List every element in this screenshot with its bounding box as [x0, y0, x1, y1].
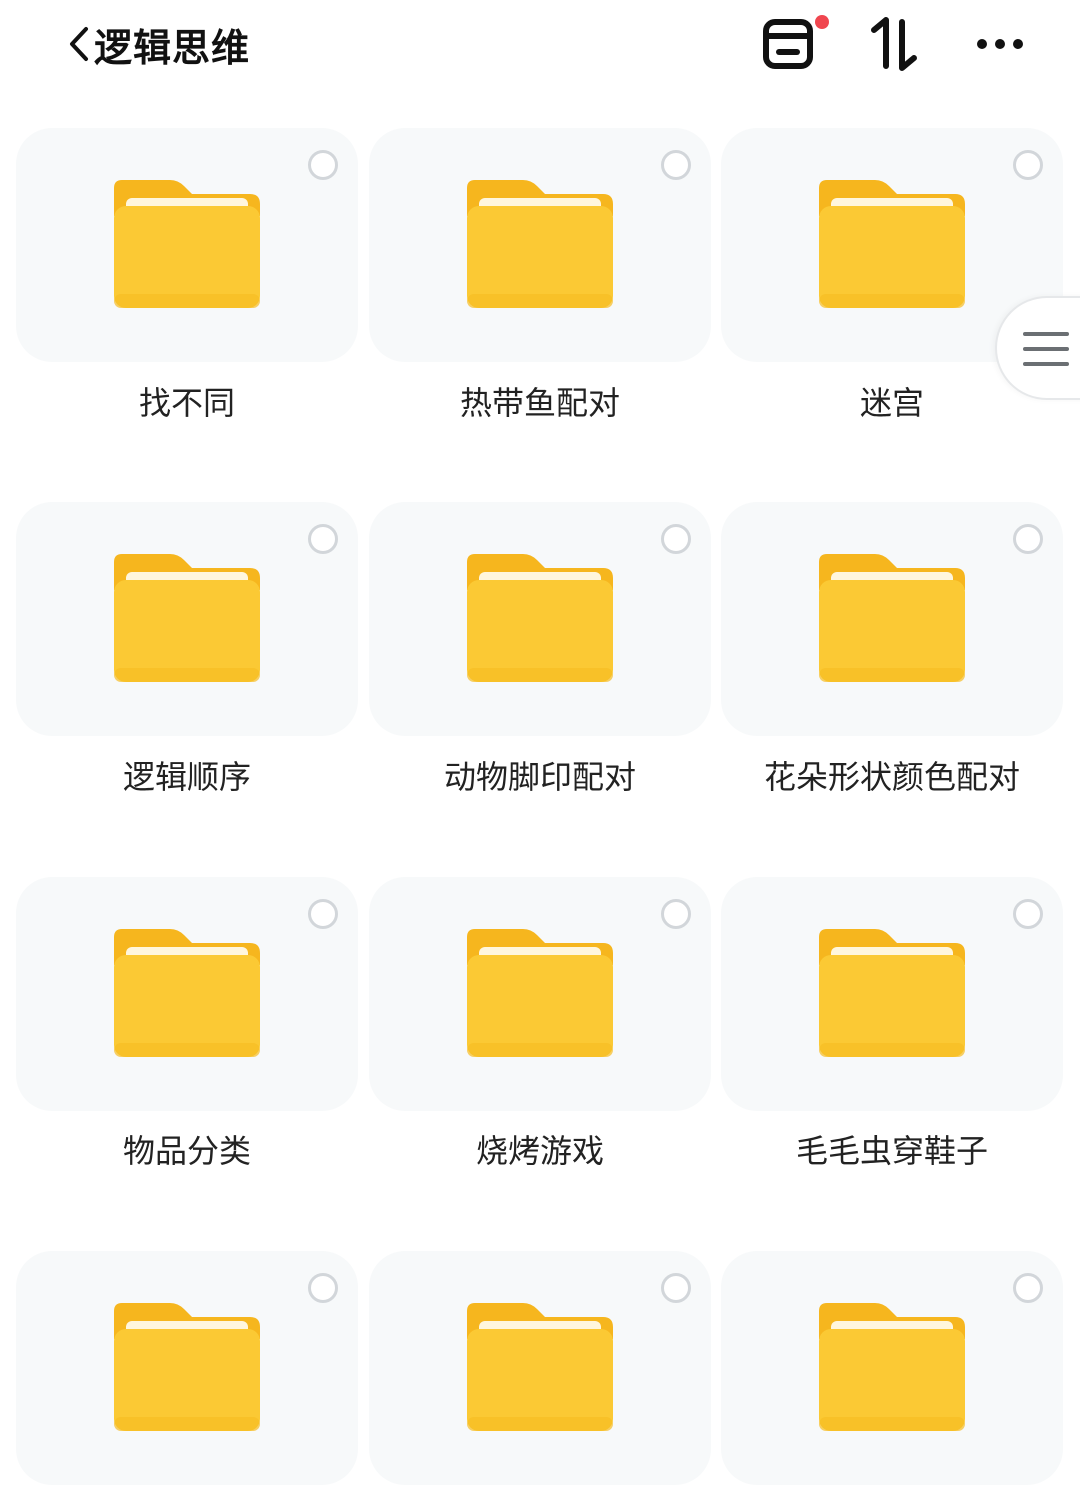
folder-card[interactable]: [369, 1251, 711, 1485]
folder-label: 热带鱼配对: [459, 384, 620, 422]
folder-label: 找不同: [138, 384, 235, 422]
folder-icon: [467, 1303, 613, 1431]
folder-label: 逻辑顺序: [122, 758, 251, 796]
folder-card[interactable]: [16, 128, 358, 362]
folder-label: 动物脚印配对: [443, 758, 636, 796]
folder-icon: [819, 180, 965, 308]
folder-icon: [819, 554, 965, 682]
folder-label: 花朵形状颜色配对: [763, 758, 1020, 796]
folder-label: 毛毛虫穿鞋子: [795, 1132, 988, 1170]
folder-icon: [819, 929, 965, 1057]
folder-label: 烧烤游戏: [475, 1132, 604, 1170]
select-radio[interactable]: [308, 150, 338, 180]
folder-icon: [114, 554, 260, 682]
select-radio[interactable]: [308, 524, 338, 554]
folder-icon: [467, 929, 613, 1057]
folder-card[interactable]: [369, 502, 711, 736]
select-radio[interactable]: [1013, 524, 1043, 554]
select-radio[interactable]: [661, 899, 691, 929]
folder-icon: [819, 1303, 965, 1431]
folder-card[interactable]: [721, 502, 1063, 736]
select-radio[interactable]: [1013, 150, 1043, 180]
select-radio[interactable]: [1013, 899, 1043, 929]
select-radio[interactable]: [308, 899, 338, 929]
folder-grid: 找不同 热带鱼配对 迷宫 逻辑顺序 动物脚印配对 花朵形状颜色配对 物品分类 烧烤游戏 毛毛虫穿…: [0, 0, 1080, 1485]
folder-card[interactable]: [369, 877, 711, 1111]
select-radio[interactable]: [661, 524, 691, 554]
menu-lines-icon: [1023, 332, 1069, 366]
select-radio[interactable]: [661, 1273, 691, 1303]
folder-card[interactable]: [16, 502, 358, 736]
folder-label: 物品分类: [122, 1132, 251, 1170]
folder-icon: [114, 929, 260, 1057]
folder-icon: [467, 180, 613, 308]
select-radio[interactable]: [661, 150, 691, 180]
folder-icon: [114, 180, 260, 308]
select-radio[interactable]: [308, 1273, 338, 1303]
folder-card[interactable]: [721, 877, 1063, 1111]
folder-icon: [114, 1303, 260, 1431]
folder-icon: [467, 554, 613, 682]
select-radio[interactable]: [1013, 1273, 1043, 1303]
folder-card[interactable]: [369, 128, 711, 362]
folder-card[interactable]: [16, 877, 358, 1111]
folder-card[interactable]: [16, 1251, 358, 1485]
folder-card[interactable]: [721, 1251, 1063, 1485]
